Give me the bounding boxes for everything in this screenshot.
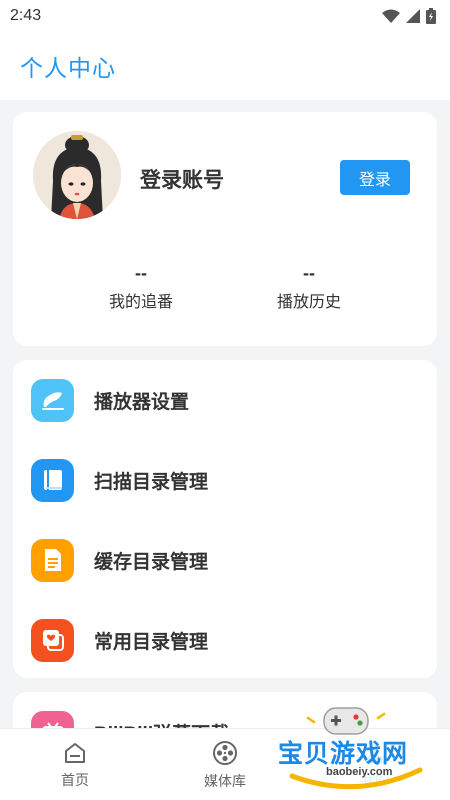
menu-item-cache-directory[interactable]: 缓存目录管理 [13, 520, 437, 600]
menu-item-player-settings[interactable]: 播放器设置 [13, 360, 437, 440]
book-icon [31, 458, 74, 502]
stat-following-label: 我的追番 [108, 294, 173, 311]
page-title: 个人中心 [20, 55, 116, 81]
document-icon [31, 538, 74, 582]
watermark: 宝贝游戏网 baobeiy.com [274, 700, 424, 796]
menu-label-common-directory: 常用目录管理 [94, 631, 209, 653]
film-reel-icon [213, 740, 237, 765]
tab-media-library-label: 媒体库 [204, 772, 246, 789]
watermark-text: 宝贝游戏网 [278, 740, 409, 768]
tab-home-label: 首页 [61, 771, 89, 788]
stat-history-label: 播放历史 [276, 294, 341, 311]
menu-item-scan-directory[interactable]: 扫描目录管理 [13, 440, 437, 520]
stat-history[interactable]: -- 播放历史 [239, 262, 379, 312]
tab-home[interactable]: 首页 [0, 729, 150, 800]
battery-icon [426, 8, 436, 24]
player-settings-icon [31, 378, 74, 422]
menu-label-player-settings: 播放器设置 [94, 391, 190, 413]
avatar-illustration [33, 131, 121, 219]
menu-label-scan-directory: 扫描目录管理 [94, 471, 209, 493]
menu-label-cache-directory: 缓存目录管理 [94, 551, 209, 573]
settings-menu: 播放器设置 扫描目录管理 缓存目录管理 常用目录管理 [13, 360, 437, 678]
status-time: 2:43 [10, 7, 42, 24]
login-button[interactable]: 登录 [340, 160, 410, 195]
avatar[interactable] [33, 131, 121, 219]
favorite-folder-icon [31, 618, 74, 662]
stat-history-value: -- [303, 263, 315, 283]
signal-icon [406, 9, 420, 23]
app-header: 个人中心 [0, 32, 450, 100]
watermark-url: baobeiy.com [326, 766, 393, 778]
profile-card: 登录账号 登录 -- 我的追番 -- 播放历史 [13, 112, 437, 346]
stat-following-value: -- [135, 263, 147, 283]
stat-following[interactable]: -- 我的追番 [71, 262, 211, 312]
menu-item-common-directory[interactable]: 常用目录管理 [13, 600, 437, 680]
login-prompt[interactable]: 登录账号 [140, 164, 224, 194]
status-bar: 2:43 [0, 0, 450, 32]
wifi-icon [382, 9, 400, 23]
status-icons [382, 8, 436, 24]
home-icon [65, 742, 85, 763]
